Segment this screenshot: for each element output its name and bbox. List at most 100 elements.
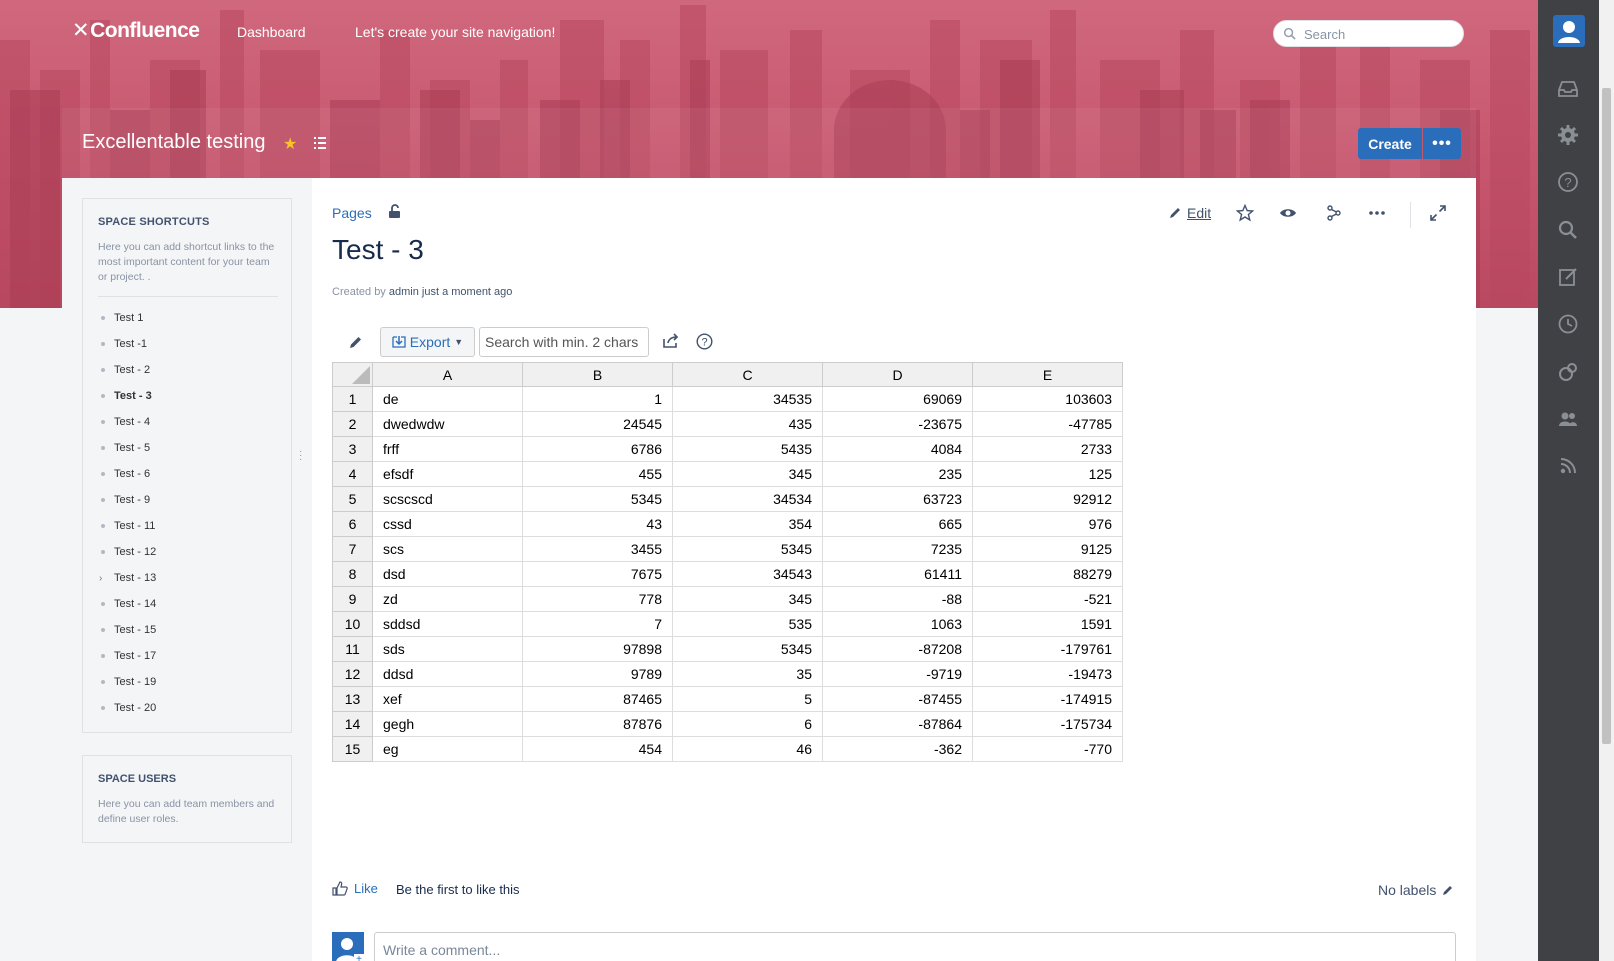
table-cell[interactable]: 97898: [522, 636, 673, 662]
table-cell[interactable]: 103603: [972, 386, 1123, 412]
compose-icon[interactable]: [1556, 265, 1580, 289]
table-cell[interactable]: 34534: [672, 486, 823, 512]
table-cell[interactable]: 7: [522, 611, 673, 637]
table-cell[interactable]: 778: [522, 586, 673, 612]
create-button[interactable]: Create: [1358, 128, 1422, 159]
sidebar-resize-handle[interactable]: · · ·: [299, 447, 302, 465]
table-cell[interactable]: zd: [372, 586, 523, 612]
excellentable-sheet[interactable]: ABCDE 1 de 1 34535 69069 103603 2 dwedwdw 24545 4…: [332, 362, 1123, 762]
row-header[interactable]: 13: [332, 686, 373, 712]
table-cell[interactable]: -179761: [972, 636, 1123, 662]
table-cell[interactable]: -362: [822, 736, 973, 762]
table-cell[interactable]: 4084: [822, 436, 973, 462]
column-header[interactable]: E: [972, 362, 1123, 387]
table-cell[interactable]: 87876: [522, 711, 673, 737]
table-cell[interactable]: 87465: [522, 686, 673, 712]
labels-area[interactable]: No labels: [1378, 882, 1454, 898]
table-cell[interactable]: de: [372, 386, 523, 412]
table-cell[interactable]: -174915: [972, 686, 1123, 712]
unlock-icon[interactable]: [388, 204, 402, 219]
table-cell[interactable]: 354: [672, 511, 823, 537]
more-actions-icon[interactable]: [1368, 204, 1386, 222]
page-tree-item[interactable]: Test - 5: [98, 441, 156, 467]
table-cell[interactable]: xef: [372, 686, 523, 712]
like-button[interactable]: Like: [332, 881, 378, 896]
table-cell[interactable]: 5345: [522, 486, 673, 512]
table-cell[interactable]: 9789: [522, 661, 673, 687]
table-cell[interactable]: 1063: [822, 611, 973, 637]
edit-table-icon[interactable]: [349, 335, 363, 349]
confluence-logo[interactable]: ✕Confluence: [72, 18, 200, 43]
table-cell[interactable]: 535: [672, 611, 823, 637]
table-cell[interactable]: -175734: [972, 711, 1123, 737]
table-cell[interactable]: ddsd: [372, 661, 523, 687]
table-cell[interactable]: scs: [372, 536, 523, 562]
column-header[interactable]: C: [672, 362, 823, 387]
table-cell[interactable]: 345: [672, 461, 823, 487]
search-input[interactable]: [1304, 25, 1454, 43]
table-cell[interactable]: 1: [522, 386, 673, 412]
table-cell[interactable]: 46: [672, 736, 823, 762]
page-tree-item[interactable]: Test - 4: [98, 415, 156, 441]
edit-labels-icon[interactable]: [1442, 884, 1454, 896]
author-link[interactable]: admin: [389, 286, 419, 298]
page-tree-item[interactable]: Test - 17: [98, 649, 156, 675]
table-cell[interactable]: -87455: [822, 686, 973, 712]
star-outline-icon[interactable]: [1236, 204, 1254, 222]
table-cell[interactable]: 345: [672, 586, 823, 612]
table-cell[interactable]: eg: [372, 736, 523, 762]
row-header[interactable]: 7: [332, 536, 373, 562]
page-tree-item[interactable]: Test - 3: [98, 389, 156, 415]
table-cell[interactable]: 43: [522, 511, 673, 537]
page-tree-item[interactable]: Test - 19: [98, 675, 156, 701]
table-cell[interactable]: cssd: [372, 511, 523, 537]
page-tree-item[interactable]: Test - 6: [98, 467, 156, 493]
table-cell[interactable]: 455: [522, 461, 673, 487]
table-cell[interactable]: 2733: [972, 436, 1123, 462]
table-cell[interactable]: 5345: [672, 636, 823, 662]
table-cell[interactable]: scscscd: [372, 486, 523, 512]
feed-icon[interactable]: [1556, 454, 1580, 478]
table-help-icon[interactable]: ?: [696, 333, 713, 350]
inbox-icon[interactable]: [1556, 77, 1580, 101]
search-icon[interactable]: [1556, 218, 1580, 242]
export-button[interactable]: Export ▼: [380, 327, 475, 357]
row-header[interactable]: 10: [332, 611, 373, 637]
user-avatar[interactable]: [1553, 15, 1585, 47]
table-cell[interactable]: -47785: [972, 411, 1123, 437]
page-tree-item[interactable]: Test - 12: [98, 545, 156, 571]
page-tree-item[interactable]: Test - 14: [98, 597, 156, 623]
table-cell[interactable]: 34543: [672, 561, 823, 587]
star-icon[interactable]: ★: [283, 134, 297, 154]
table-cell[interactable]: 61411: [822, 561, 973, 587]
table-cell[interactable]: sddsd: [372, 611, 523, 637]
share-icon[interactable]: [1325, 204, 1343, 222]
spaces-icon[interactable]: [1556, 360, 1580, 384]
table-cell[interactable]: sds: [372, 636, 523, 662]
row-header[interactable]: 4: [332, 461, 373, 487]
table-cell[interactable]: 69069: [822, 386, 973, 412]
table-cell[interactable]: 1591: [972, 611, 1123, 637]
table-cell[interactable]: 235: [822, 461, 973, 487]
space-menu-icon[interactable]: [314, 136, 326, 150]
page-tree-item[interactable]: Test 1: [98, 311, 156, 337]
page-tree-item[interactable]: Test - 11: [98, 519, 156, 545]
table-cell[interactable]: 88279: [972, 561, 1123, 587]
share-table-icon[interactable]: [662, 333, 680, 349]
nav-site-navigation[interactable]: Let's create your site navigation!: [355, 24, 555, 40]
table-cell[interactable]: 976: [972, 511, 1123, 537]
scrollbar-thumb[interactable]: [1602, 88, 1611, 744]
table-cell[interactable]: dsd: [372, 561, 523, 587]
row-header[interactable]: 8: [332, 561, 373, 587]
table-cell[interactable]: 5435: [672, 436, 823, 462]
table-cell[interactable]: 5345: [672, 536, 823, 562]
byline-time[interactable]: just a moment ago: [422, 286, 513, 298]
table-cell[interactable]: 35: [672, 661, 823, 687]
table-cell[interactable]: 92912: [972, 486, 1123, 512]
select-all-corner[interactable]: [332, 362, 373, 387]
clock-icon[interactable]: [1556, 312, 1580, 336]
table-cell[interactable]: 9125: [972, 536, 1123, 562]
table-cell[interactable]: 6: [672, 711, 823, 737]
table-cell[interactable]: 7675: [522, 561, 673, 587]
table-cell[interactable]: 34535: [672, 386, 823, 412]
